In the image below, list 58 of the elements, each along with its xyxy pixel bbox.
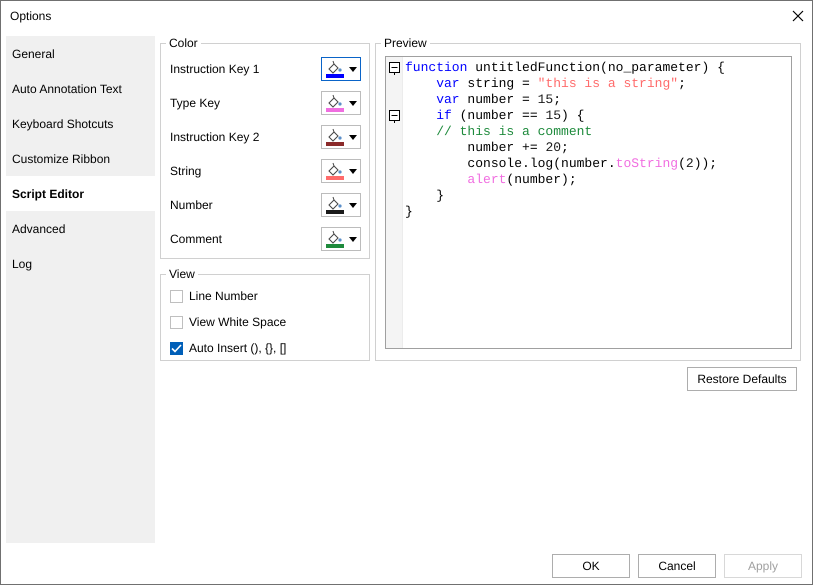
group-title: View (168, 267, 196, 281)
caret-icon (349, 134, 357, 140)
sidebar-item[interactable]: General (6, 36, 155, 71)
code-line: alert(number); (466, 172, 578, 188)
checkbox-label: View White Space (189, 315, 286, 329)
sidebar-item[interactable]: Auto Annotation Text (6, 71, 155, 106)
code-line: var number = 15; (435, 92, 562, 108)
paint-bucket-icon (325, 128, 345, 146)
collapse-icon[interactable] (388, 62, 400, 74)
collapse-icon[interactable] (388, 110, 400, 122)
paint-bucket-icon (325, 196, 345, 214)
checkbox[interactable] (170, 342, 183, 354)
color-picker-button[interactable] (321, 193, 361, 217)
code-line: // this is a comment (435, 124, 594, 140)
color-picker-button[interactable] (321, 227, 361, 251)
code-line: } (435, 188, 446, 204)
color-picker-button[interactable] (321, 125, 361, 149)
restore-defaults-button[interactable]: Restore Defaults (687, 367, 797, 391)
caret-icon (349, 202, 357, 208)
caret-icon (349, 168, 357, 174)
code-line: } (405, 204, 414, 220)
checkbox[interactable] (170, 316, 183, 328)
paint-bucket-icon (325, 162, 345, 180)
dialog-button[interactable]: OK (552, 554, 630, 578)
checkbox[interactable] (170, 290, 183, 302)
code-line: number += 20; (466, 140, 570, 156)
group-title: Preview (383, 36, 428, 50)
caret-icon (349, 66, 357, 72)
color-picker-button[interactable] (321, 91, 361, 115)
sidebar-item[interactable]: Script Editor (6, 176, 155, 211)
paint-bucket-icon (325, 60, 345, 78)
code-line: console.log(number.toString(2)); (466, 156, 718, 172)
color-label: Number (170, 198, 213, 212)
paint-bucket-icon (325, 230, 345, 248)
color-label: Comment (170, 232, 222, 246)
code-line: function untitledFunction(no_parameter) { (405, 60, 725, 76)
sidebar-item[interactable]: Keyboard Shotcuts (6, 106, 155, 141)
color-picker-button[interactable] (321, 57, 361, 81)
color-picker-button[interactable] (321, 159, 361, 183)
sidebar-item[interactable]: Customize Ribbon (6, 141, 155, 176)
color-label: String (170, 164, 202, 178)
close-icon[interactable] (792, 10, 804, 22)
sidebar-item[interactable]: Advanced (6, 211, 155, 246)
group-title: Color (168, 36, 199, 50)
dialog-button[interactable]: Cancel (638, 554, 716, 578)
checkbox-label: Line Number (189, 289, 258, 303)
window-title: Options (10, 9, 52, 23)
code-line: var string = "this is a string"; (435, 76, 687, 92)
code-line: if (number == 15) { (435, 108, 586, 124)
color-label: Instruction Key 1 (170, 62, 260, 76)
sidebar-item[interactable]: Log (6, 246, 155, 281)
paint-bucket-icon (325, 94, 345, 112)
color-label: Instruction Key 2 (170, 130, 260, 144)
caret-icon (349, 100, 357, 106)
color-label: Type Key (170, 96, 220, 110)
checkbox-label: Auto Insert (), {}, [] (189, 341, 286, 355)
caret-icon (349, 236, 357, 242)
code-editor[interactable]: function untitledFunction(no_parameter) { var string = "this is a string"; var number = 15; if (number == 15) { // this is a comment number += 20; console.log(number.toString(2)); alert(number); } } (385, 56, 792, 349)
